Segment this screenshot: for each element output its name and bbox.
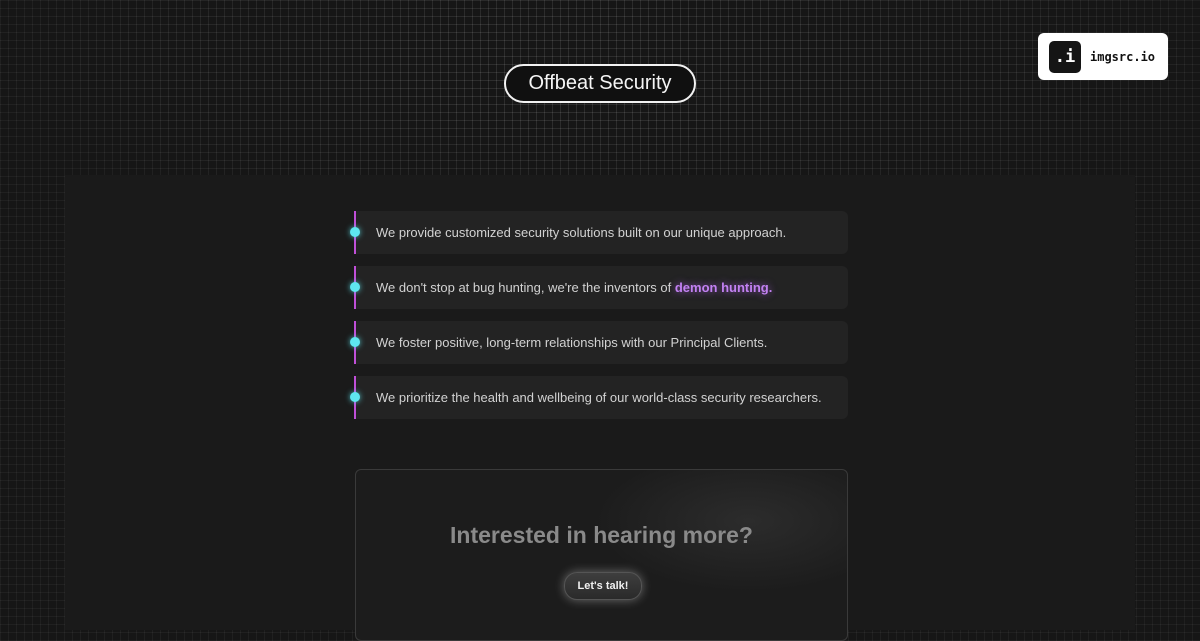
cta-card: Interested in hearing more? Let's talk! (355, 469, 848, 641)
brand-title[interactable]: Offbeat Security (504, 64, 696, 103)
lets-talk-button[interactable]: Let's talk! (564, 572, 642, 600)
feature-item: We don't stop at bug hunting, we're the … (350, 266, 848, 309)
demon-hunting-link[interactable]: demon hunting. (675, 280, 772, 295)
feature-item: We provide customized security solutions… (350, 211, 848, 254)
bullet-dot-icon (350, 282, 360, 292)
feature-text-main: We foster positive, long-term relationsh… (376, 335, 768, 350)
watermark-badge[interactable]: .i imgsrc.io (1038, 33, 1168, 80)
feature-text-main: We provide customized security solutions… (376, 225, 787, 240)
feature-text: We don't stop at bug hunting, we're the … (376, 266, 772, 309)
feature-text: We provide customized security solutions… (376, 211, 786, 254)
cta-heading: Interested in hearing more? (450, 522, 753, 548)
feature-text: We prioritize the health and wellbeing o… (376, 376, 822, 419)
feature-text-main: We prioritize the health and wellbeing o… (376, 390, 822, 405)
feature-item: We prioritize the health and wellbeing o… (350, 376, 848, 419)
watermark-label: imgsrc.io (1090, 49, 1156, 64)
imgsrc-logo-icon: .i (1049, 40, 1081, 73)
bullet-dot-icon (350, 392, 360, 402)
bullet-dot-icon (350, 337, 360, 347)
feature-list: We provide customized security solutions… (350, 211, 848, 431)
feature-text: We foster positive, long-term relationsh… (376, 321, 767, 364)
feature-item: We foster positive, long-term relationsh… (350, 321, 848, 364)
feature-text-main: We don't stop at bug hunting, we're the … (376, 280, 675, 295)
bullet-dot-icon (350, 227, 360, 237)
